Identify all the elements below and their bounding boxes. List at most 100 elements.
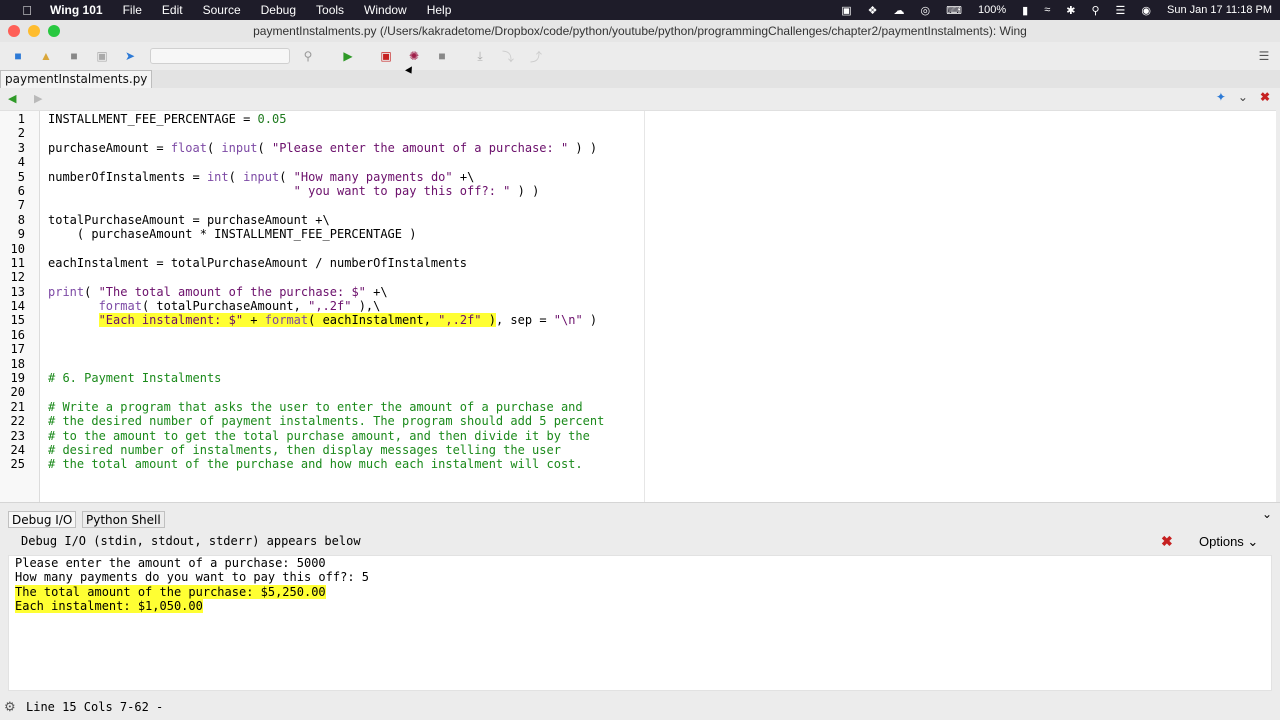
debug-io-output[interactable]: Please enter the amount of a purchase: 5… [8,555,1272,691]
bluetooth-icon[interactable]: ✱ [1058,4,1083,17]
code-line: 23 # to the amount to get the total purch… [0,429,1276,443]
code-text: ( purchaseAmount * INSTALLMENT_FEE_PERCE… [48,227,417,242]
line-number: 21 [10,399,25,414]
line-number: 19 [10,371,25,386]
tab-payment-instalments[interactable]: paymentInstalments.py [0,70,153,88]
code-line: 9 ( purchaseAmount * INSTALLMENT_FEE_PER… [0,227,1276,241]
forward-icon[interactable]: ▶ [34,92,42,105]
output-line-highlight: The total amount of the purchase: $5,250… [15,584,326,599]
code-line: 5 numberOfInstalments = int( input( "How … [0,170,1276,184]
menu-icon[interactable]: ☰ [1254,46,1274,66]
minimize-window-button[interactable] [28,25,40,37]
line-number: 20 [10,385,25,400]
code-text: INSTALLMENT_FEE_PERCENTAGE = 0.05 [48,112,287,126]
chevron-down-icon[interactable]: ⌄ [1262,507,1272,521]
stop-icon[interactable]: ■ [432,46,452,66]
bug-icon[interactable]: ✺ [404,46,424,66]
search-icon[interactable]: ⚲ [298,46,318,66]
menu-tools[interactable]: Tools [306,3,354,17]
code-line: 1 INSTALLMENT_FEE_PERCENTAGE = 0.05 [0,112,1276,126]
code-text: # Write a program that asks the user to … [48,399,583,414]
menu-file[interactable]: File [113,3,152,17]
step-into-icon[interactable]: ⤓ [470,46,490,66]
save-icon[interactable]: ■ [64,46,84,66]
editor-tabbar: paymentInstalments.py [0,70,1280,88]
line-number: 23 [10,428,25,443]
line-number: 4 [17,155,25,170]
line-number: 10 [10,241,25,256]
window-controls [8,25,60,37]
search-icon[interactable]: ⚲ [1083,4,1107,17]
status-bar: ⚙ Line 15 Cols 7-62 - [0,694,1280,720]
menu-help[interactable]: Help [417,3,462,17]
zoom-window-button[interactable] [48,25,60,37]
code-line: 18 [0,357,1276,371]
window-title: paymentInstalments.py (/Users/kakradetom… [0,20,1280,42]
dropbox-icon[interactable]: ❖ [860,4,886,17]
close-editor-icon[interactable]: ✖ [1260,90,1270,104]
code-lines: 1 INSTALLMENT_FEE_PERCENTAGE = 0.05 2 3 purc… [0,112,1276,472]
debug-icon[interactable]: ▣ [376,46,396,66]
code-line: 16 [0,328,1276,342]
status-area: ▣ ❖ ☁ ◎ ⌨ 100% ▮ ≈ ✱ ⚲ ☰ ◉ Sun Jan 17 11… [833,0,1280,20]
line-number: 13 [10,284,25,299]
back-icon[interactable]: ◀ [8,92,16,105]
code-line: 19 # 6. Payment Instalments [0,371,1276,385]
wifi-icon[interactable]: ≈ [1036,4,1058,16]
line-number: 1 [17,112,25,126]
step-over-icon[interactable]: ⤵ [498,46,518,66]
line-number: 8 [17,212,25,227]
code-editor[interactable]: 1 INSTALLMENT_FEE_PERCENTAGE = 0.05 2 3 purc… [0,110,1276,502]
menu-bar:  Wing 101 File Edit Source Debug Tools … [0,0,1280,20]
keyboard-icon[interactable]: ⌨ [938,4,970,17]
cursor-position: Line 15 Cols 7-62 - [26,700,164,714]
menu-source[interactable]: Source [193,3,251,17]
tool-tabbar: Debug I/O Python Shell ⌄ [0,502,1280,530]
toolbar-search-input[interactable] [150,48,290,64]
clear-output-icon[interactable]: ✖ [1161,533,1173,550]
code-line: 14 format( totalPurchaseAmount, ",.2f" )… [0,299,1276,313]
screen-record-icon[interactable]: ▣ [833,4,859,17]
line-number: 2 [17,126,25,141]
new-file-icon[interactable]: ■ [8,46,28,66]
apple-icon[interactable]:  [14,3,40,18]
line-number: 25 [10,457,25,472]
control-center-icon[interactable]: ☰ [1108,4,1134,17]
code-line: 8 totalPurchaseAmount = purchaseAmount +\ [0,213,1276,227]
save-all-icon[interactable]: ▣ [92,46,112,66]
code-line: 17 [0,342,1276,356]
step-out-icon[interactable]: ⤴ [526,46,546,66]
editor-actions: ✦ ⌄ ✖ [1216,90,1270,104]
debug-io-header: Debug I/O (stdin, stdout, stderr) appear… [0,530,1280,554]
pointer-icon[interactable]: ➤ [120,46,140,66]
gear-icon[interactable]: ⚙ [4,699,16,715]
code-line: 21 # Write a program that asks the user t… [0,400,1276,414]
toolbar: ■ ▲ ■ ▣ ➤ ⚲ ▶ ▣ ✺ ■ ⤓ ⤵ ⤴ ☰ [0,42,1280,70]
pin-icon[interactable]: ✦ [1216,90,1226,104]
menu-debug[interactable]: Debug [251,3,306,17]
close-window-button[interactable] [8,25,20,37]
code-text: format( totalPurchaseAmount, ",.2f" ),\ [98,299,381,314]
open-file-icon[interactable]: ▲ [36,46,56,66]
output-line: Please enter the amount of a purchase: 5… [15,556,326,570]
code-line: 15 "Each instalment: $" + format( eachIn… [0,313,1276,328]
tab-debug-io[interactable]: Debug I/O [8,511,77,528]
options-chevron-icon[interactable]: ⌄ [1238,90,1248,104]
menu-app-name[interactable]: Wing 101 [40,3,113,17]
code-text: totalPurchaseAmount = purchaseAmount +\ [48,212,330,227]
airplay-icon[interactable]: ◎ [913,4,939,17]
tab-python-shell[interactable]: Python Shell [82,511,165,528]
clock-label[interactable]: Sun Jan 17 11:18 PM [1159,4,1280,16]
code-line: 6 " you want to pay this off?: " ) ) [0,184,1276,198]
output-line: The total amount of the purchase: $5,250… [15,584,1271,599]
code-line: 12 [0,270,1276,284]
battery-icon[interactable]: ▮ [1014,4,1036,17]
menu-edit[interactable]: Edit [152,3,193,17]
siri-icon[interactable]: ◉ [1133,4,1159,17]
options-menu[interactable]: Options ⌄ [1199,534,1258,550]
battery-label[interactable]: 100% [970,4,1014,16]
cloud-icon[interactable]: ☁ [886,4,913,17]
code-text: "Each instalment: $" + format( eachInsta… [98,313,598,328]
menu-window[interactable]: Window [354,3,417,17]
run-icon[interactable]: ▶ [338,46,358,66]
